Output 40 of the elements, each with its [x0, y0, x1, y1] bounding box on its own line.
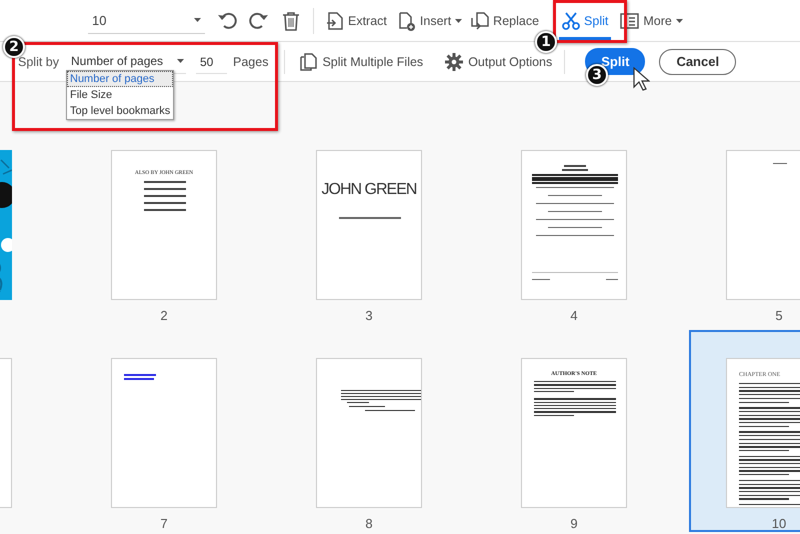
caret-icon — [177, 59, 184, 63]
page-number: 9 — [570, 516, 578, 532]
dropdown-option[interactable]: Number of pages — [67, 70, 174, 86]
page-number: 10 — [772, 516, 786, 532]
unit-label: Pages — [233, 54, 268, 68]
page-text-lines — [124, 374, 156, 380]
page-thumbnail[interactable] — [111, 358, 217, 508]
tool-tab[interactable]: More — [617, 6, 686, 40]
page-number: 7 — [160, 516, 168, 532]
page-text-lines — [144, 181, 186, 210]
page-text-lines — [773, 163, 787, 164]
tool-tab[interactable]: Split — [559, 6, 612, 40]
tool-tab[interactable]: Insert — [394, 6, 466, 40]
list-icon — [620, 12, 640, 30]
trash-icon[interactable] — [281, 10, 301, 30]
page-plus-icon — [396, 12, 416, 30]
page-number: 2 — [160, 308, 168, 324]
page-number: 4 — [570, 308, 578, 324]
page-text-lines — [339, 217, 401, 218]
page-thumbnail[interactable] — [316, 358, 422, 508]
gear-icon — [445, 52, 464, 70]
action-button[interactable]: Split Multiple Files — [299, 52, 424, 70]
tool-tab[interactable]: Extract — [323, 6, 390, 40]
pages-icon — [299, 52, 318, 70]
dropdown-option[interactable]: File Size — [67, 86, 174, 102]
scissors-icon — [562, 12, 580, 30]
page-arrow-icon — [326, 12, 344, 30]
page-number: 3 — [365, 308, 373, 324]
page-heading: JOHN GREEN — [322, 181, 416, 199]
caret-icon — [194, 18, 201, 22]
page-number: 8 — [365, 516, 373, 532]
redo-icon[interactable] — [249, 10, 269, 30]
cancel-button[interactable]: Cancel — [659, 48, 736, 74]
page-thumbnail[interactable]: JOHN GREEN — [316, 150, 422, 300]
page-swap-icon — [470, 12, 490, 30]
undo-icon[interactable] — [217, 10, 237, 30]
page-count-field[interactable]: 50 — [196, 50, 227, 74]
page-number: 5 — [775, 308, 783, 324]
page-thumbnail[interactable] — [521, 150, 627, 300]
dropdown-option[interactable]: Top level bookmarks — [67, 102, 174, 118]
